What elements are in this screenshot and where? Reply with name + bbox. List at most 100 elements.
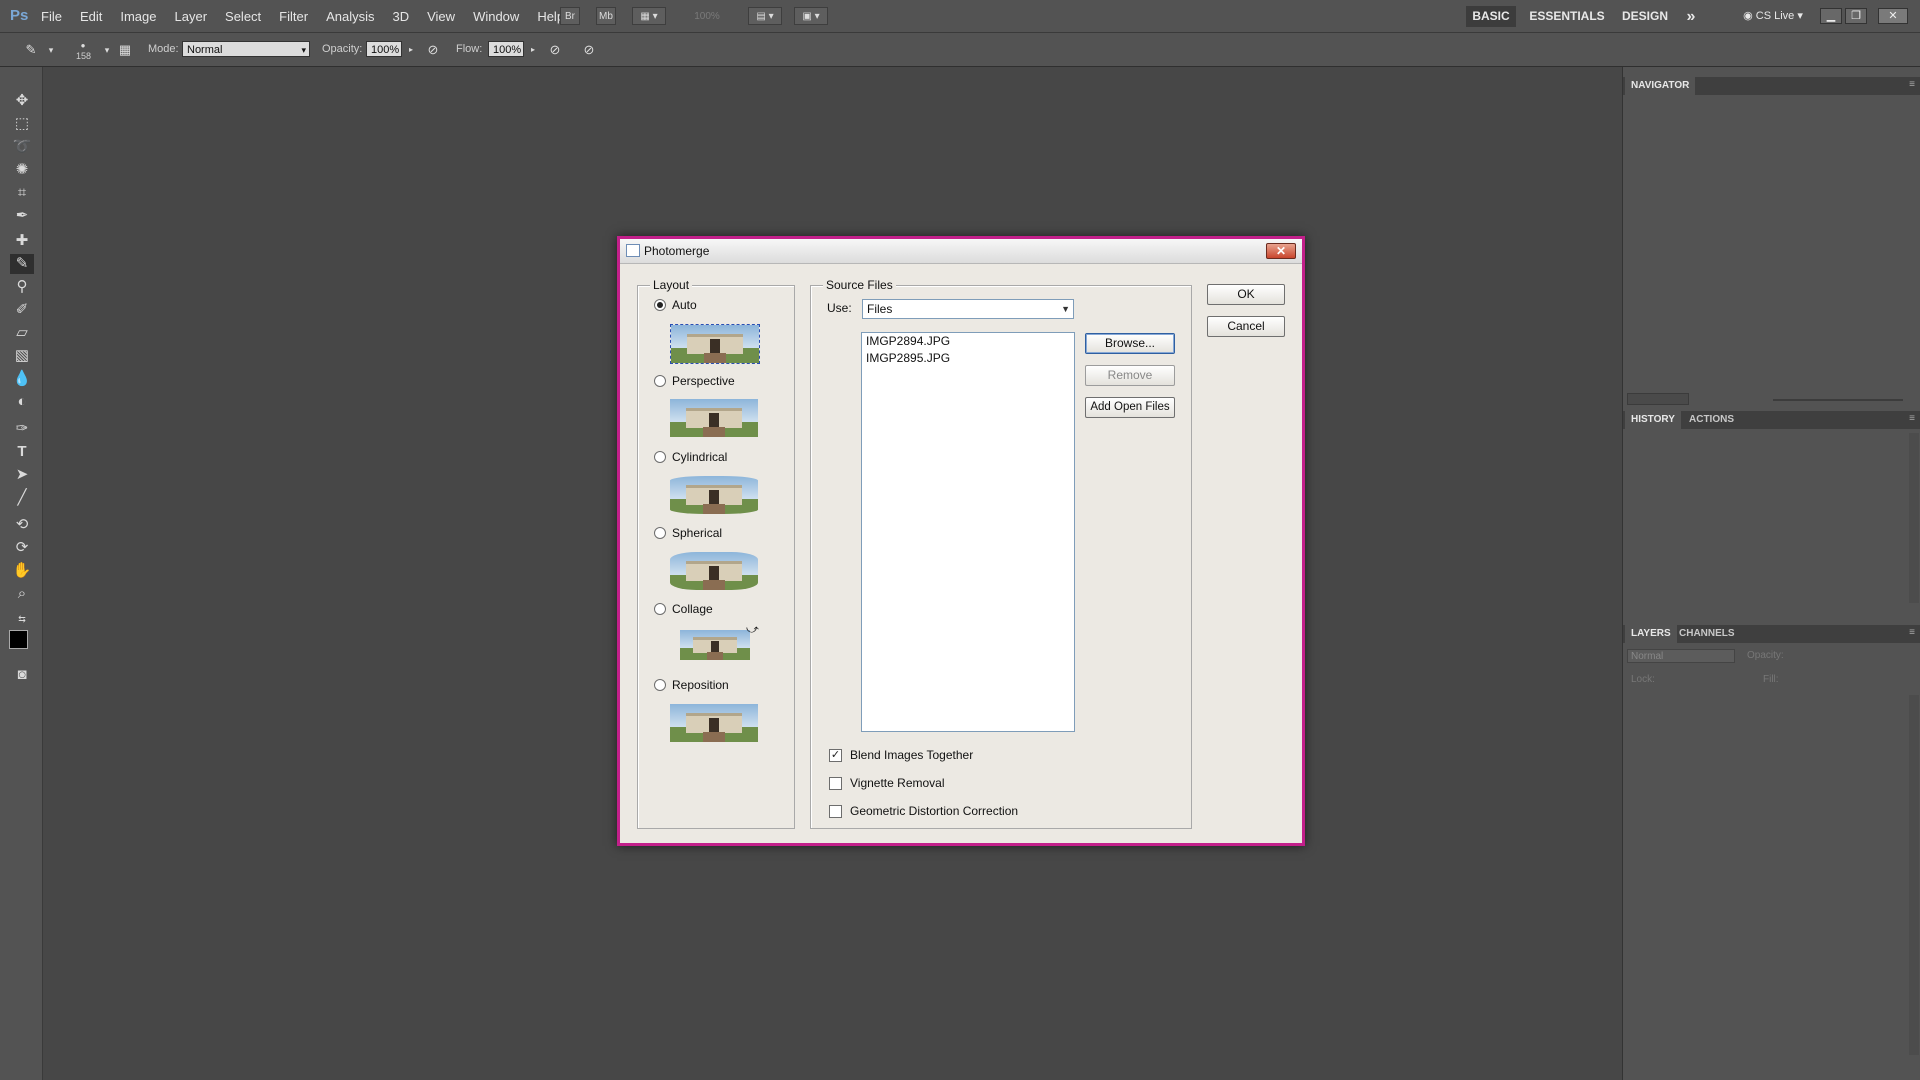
brush-tool-icon[interactable]: ✎ <box>10 254 34 274</box>
move-tool-icon[interactable]: ✥ <box>10 91 34 111</box>
panel-menu-icon[interactable]: ≡ <box>1909 627 1915 638</box>
blur-tool-icon[interactable]: 💧 <box>10 369 34 389</box>
swap-colors-icon[interactable]: ⇆ <box>10 609 34 629</box>
airbrush-icon[interactable]: ⊘ <box>546 41 564 59</box>
dodge-tool-icon[interactable]: ◐ <box>10 392 34 412</box>
layout-option-spherical[interactable]: Spherical <box>654 525 722 541</box>
3d-rotate-tool-icon[interactable]: ⟲ <box>10 515 34 535</box>
restore-icon[interactable]: ❐ <box>1845 8 1867 24</box>
type-tool-icon[interactable]: T <box>10 442 34 462</box>
workspace-design[interactable]: DESIGN <box>1620 6 1670 27</box>
vignette-removal-row[interactable]: Vignette Removal <box>829 775 945 791</box>
add-open-files-button[interactable]: Add Open Files <box>1085 397 1175 418</box>
cs-live-menu[interactable]: ◉ CS Live ▾ <box>1736 6 1810 27</box>
blend-images-checkbox[interactable]: ✓ <box>829 748 842 762</box>
remove-button[interactable]: Remove <box>1085 365 1175 386</box>
gradient-tool-icon[interactable]: ▧ <box>10 346 34 366</box>
pressure-opacity-icon[interactable]: ⊘ <box>424 41 442 59</box>
radio-reposition[interactable] <box>654 679 666 691</box>
bridge-button[interactable]: Br <box>560 7 580 25</box>
history-brush-tool-icon[interactable]: ✐ <box>10 300 34 320</box>
menu-layer[interactable]: Layer <box>175 9 208 24</box>
close-icon[interactable]: ✕ <box>1878 8 1908 24</box>
zoom-tool-icon[interactable]: ⌕ <box>10 584 34 604</box>
layers-scrollbar[interactable] <box>1909 695 1919 1055</box>
quick-selection-tool-icon[interactable]: ✺ <box>10 160 34 180</box>
menu-edit[interactable]: Edit <box>80 9 102 24</box>
menu-analysis[interactable]: Analysis <box>326 9 374 24</box>
menu-image[interactable]: Image <box>120 9 156 24</box>
layout-option-auto[interactable]: Auto <box>654 297 697 313</box>
menu-filter[interactable]: Filter <box>279 9 308 24</box>
more-workspaces-icon[interactable]: » <box>1682 6 1700 27</box>
source-file-list[interactable]: IMGP2894.JPG IMGP2895.JPG <box>861 332 1075 732</box>
cancel-button[interactable]: Cancel <box>1207 316 1285 337</box>
radio-collage[interactable] <box>654 603 666 615</box>
browse-button[interactable]: Browse... <box>1085 333 1175 354</box>
line-tool-icon[interactable]: ╱ <box>10 488 34 508</box>
minimize-icon[interactable]: ▁ <box>1820 8 1842 24</box>
ok-button[interactable]: OK <box>1207 284 1285 305</box>
crop-tool-icon[interactable]: ⌗ <box>10 183 34 203</box>
chevron-down-icon[interactable]: ▾ <box>42 41 60 59</box>
mode-select[interactable]: Normal ▾ <box>182 41 310 57</box>
menu-window[interactable]: Window <box>473 9 519 24</box>
layout-option-perspective[interactable]: Perspective <box>654 373 735 389</box>
blend-images-row[interactable]: ✓ Blend Images Together <box>829 747 973 763</box>
tab-navigator[interactable]: NAVIGATOR <box>1625 77 1696 95</box>
pen-tool-icon[interactable]: ✑ <box>10 419 34 439</box>
lasso-tool-icon[interactable]: ➰ <box>10 137 34 157</box>
clone-stamp-tool-icon[interactable]: ⚲ <box>10 277 34 297</box>
brush-panel-toggle-icon[interactable]: ▦ <box>116 41 134 59</box>
opacity-slider-arrow-icon[interactable]: ▸ <box>402 41 420 59</box>
radio-cylindrical[interactable] <box>654 451 666 463</box>
foreground-color-swatch[interactable] <box>9 630 28 649</box>
layout-option-reposition[interactable]: Reposition <box>654 677 729 693</box>
path-selection-tool-icon[interactable]: ➤ <box>10 465 34 485</box>
chevron-down-icon[interactable]: ▾ <box>98 41 116 59</box>
geometric-distortion-checkbox[interactable] <box>829 804 842 818</box>
tab-layers[interactable]: LAYERS <box>1625 625 1677 643</box>
geometric-distortion-row[interactable]: Geometric Distortion Correction <box>829 803 1018 819</box>
minibridge-button[interactable]: Mb <box>596 7 616 25</box>
history-scrollbar[interactable] <box>1909 433 1919 603</box>
flow-slider-arrow-icon[interactable]: ▸ <box>524 41 542 59</box>
blend-mode-select[interactable]: Normal <box>1627 649 1735 663</box>
tab-actions[interactable]: ACTIONS <box>1683 411 1740 429</box>
arrange-documents-button[interactable]: ▤ ▾ <box>748 7 782 25</box>
healing-brush-tool-icon[interactable]: ✚ <box>10 231 34 251</box>
radio-perspective[interactable] <box>654 375 666 387</box>
opacity-field[interactable]: 100% <box>366 41 402 57</box>
list-item[interactable]: IMGP2895.JPG <box>862 350 1074 367</box>
screen-mode-button[interactable]: ▣ ▾ <box>794 7 828 25</box>
zoom-level[interactable]: 100% <box>682 7 732 25</box>
workspace-essentials[interactable]: ESSENTIALS <box>1528 6 1606 27</box>
quick-mask-icon[interactable]: ◙ <box>10 665 34 685</box>
flow-field[interactable]: 100% <box>488 41 524 57</box>
hand-tool-icon[interactable]: ✋ <box>10 561 34 581</box>
radio-auto[interactable] <box>654 299 666 311</box>
panel-menu-icon[interactable]: ≡ <box>1909 79 1915 90</box>
brush-preset-icon[interactable]: ✎ <box>22 41 40 59</box>
3d-orbit-tool-icon[interactable]: ⟳ <box>10 538 34 558</box>
menu-file[interactable]: File <box>41 9 62 24</box>
layout-option-cylindrical[interactable]: Cylindrical <box>654 449 727 465</box>
marquee-tool-icon[interactable]: ⬚ <box>10 114 34 134</box>
tab-history[interactable]: HISTORY <box>1625 411 1681 429</box>
menu-select[interactable]: Select <box>225 9 261 24</box>
eyedropper-tool-icon[interactable]: ✒ <box>10 206 34 226</box>
dialog-close-button[interactable]: ✕ <box>1266 243 1296 259</box>
view-extras-button[interactable]: ▦ ▾ <box>632 7 666 25</box>
use-select[interactable]: Files ▼ <box>862 299 1074 319</box>
list-item[interactable]: IMGP2894.JPG <box>862 333 1074 350</box>
workspace-basic[interactable]: BASIC <box>1466 6 1516 27</box>
vignette-removal-checkbox[interactable] <box>829 776 842 790</box>
navigator-zoom-slider[interactable] <box>1773 399 1903 401</box>
pressure-size-icon[interactable]: ⊘ <box>580 41 598 59</box>
eraser-tool-icon[interactable]: ▱ <box>10 323 34 343</box>
menu-view[interactable]: View <box>427 9 455 24</box>
panel-menu-icon[interactable]: ≡ <box>1909 413 1915 424</box>
tab-channels[interactable]: CHANNELS <box>1673 625 1741 643</box>
menu-3d[interactable]: 3D <box>392 9 409 24</box>
layout-option-collage[interactable]: Collage <box>654 601 713 617</box>
